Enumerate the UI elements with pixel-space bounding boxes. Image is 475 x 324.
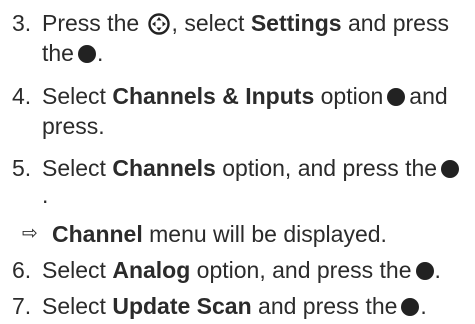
step-text: Select [42, 155, 106, 181]
step-number: 3. [12, 10, 32, 36]
step-text: . [434, 257, 441, 283]
step-text: and [409, 83, 448, 109]
step-text: option, and press the [196, 257, 412, 283]
channels-inputs-label: Channels & Inputs [112, 83, 315, 109]
settings-label: Settings [250, 10, 342, 36]
step-number: 6. [12, 257, 32, 283]
step-text: option, and press the [222, 155, 438, 181]
instruction-list: 3. Press the , select Settings and press… [0, 0, 475, 324]
step-text: press. [42, 113, 105, 139]
ok-button-icon [415, 262, 434, 280]
ok-button-icon [387, 88, 406, 106]
step-number: 5. [12, 155, 32, 181]
step-text: Select [42, 257, 106, 283]
step-text: Press the [42, 10, 140, 36]
ok-button-icon [77, 45, 96, 63]
arrow-right-icon: ⇨ [22, 223, 38, 244]
navigation-pad-icon [147, 13, 170, 35]
step-text: , select [171, 10, 245, 36]
step-text: . [42, 182, 49, 208]
channels-label: Channels [112, 155, 216, 181]
step-text: option [320, 83, 384, 109]
step-text: menu will be displayed. [149, 221, 387, 247]
step-text: . [420, 293, 427, 319]
step-text: the [42, 40, 74, 66]
step-text: and press [347, 10, 449, 36]
ok-button-icon [401, 298, 420, 316]
step-number: 7. [12, 293, 32, 319]
update-scan-label: Update Scan [112, 293, 252, 319]
analog-label: Analog [112, 257, 191, 283]
step-text: and press the [258, 293, 398, 319]
ok-button-icon [441, 160, 460, 178]
step-text: Select [42, 293, 106, 319]
step-text: . [96, 40, 104, 66]
step-text: Select [42, 83, 106, 109]
step-number: 4. [12, 83, 32, 109]
channel-menu-label: Channel [52, 221, 143, 247]
